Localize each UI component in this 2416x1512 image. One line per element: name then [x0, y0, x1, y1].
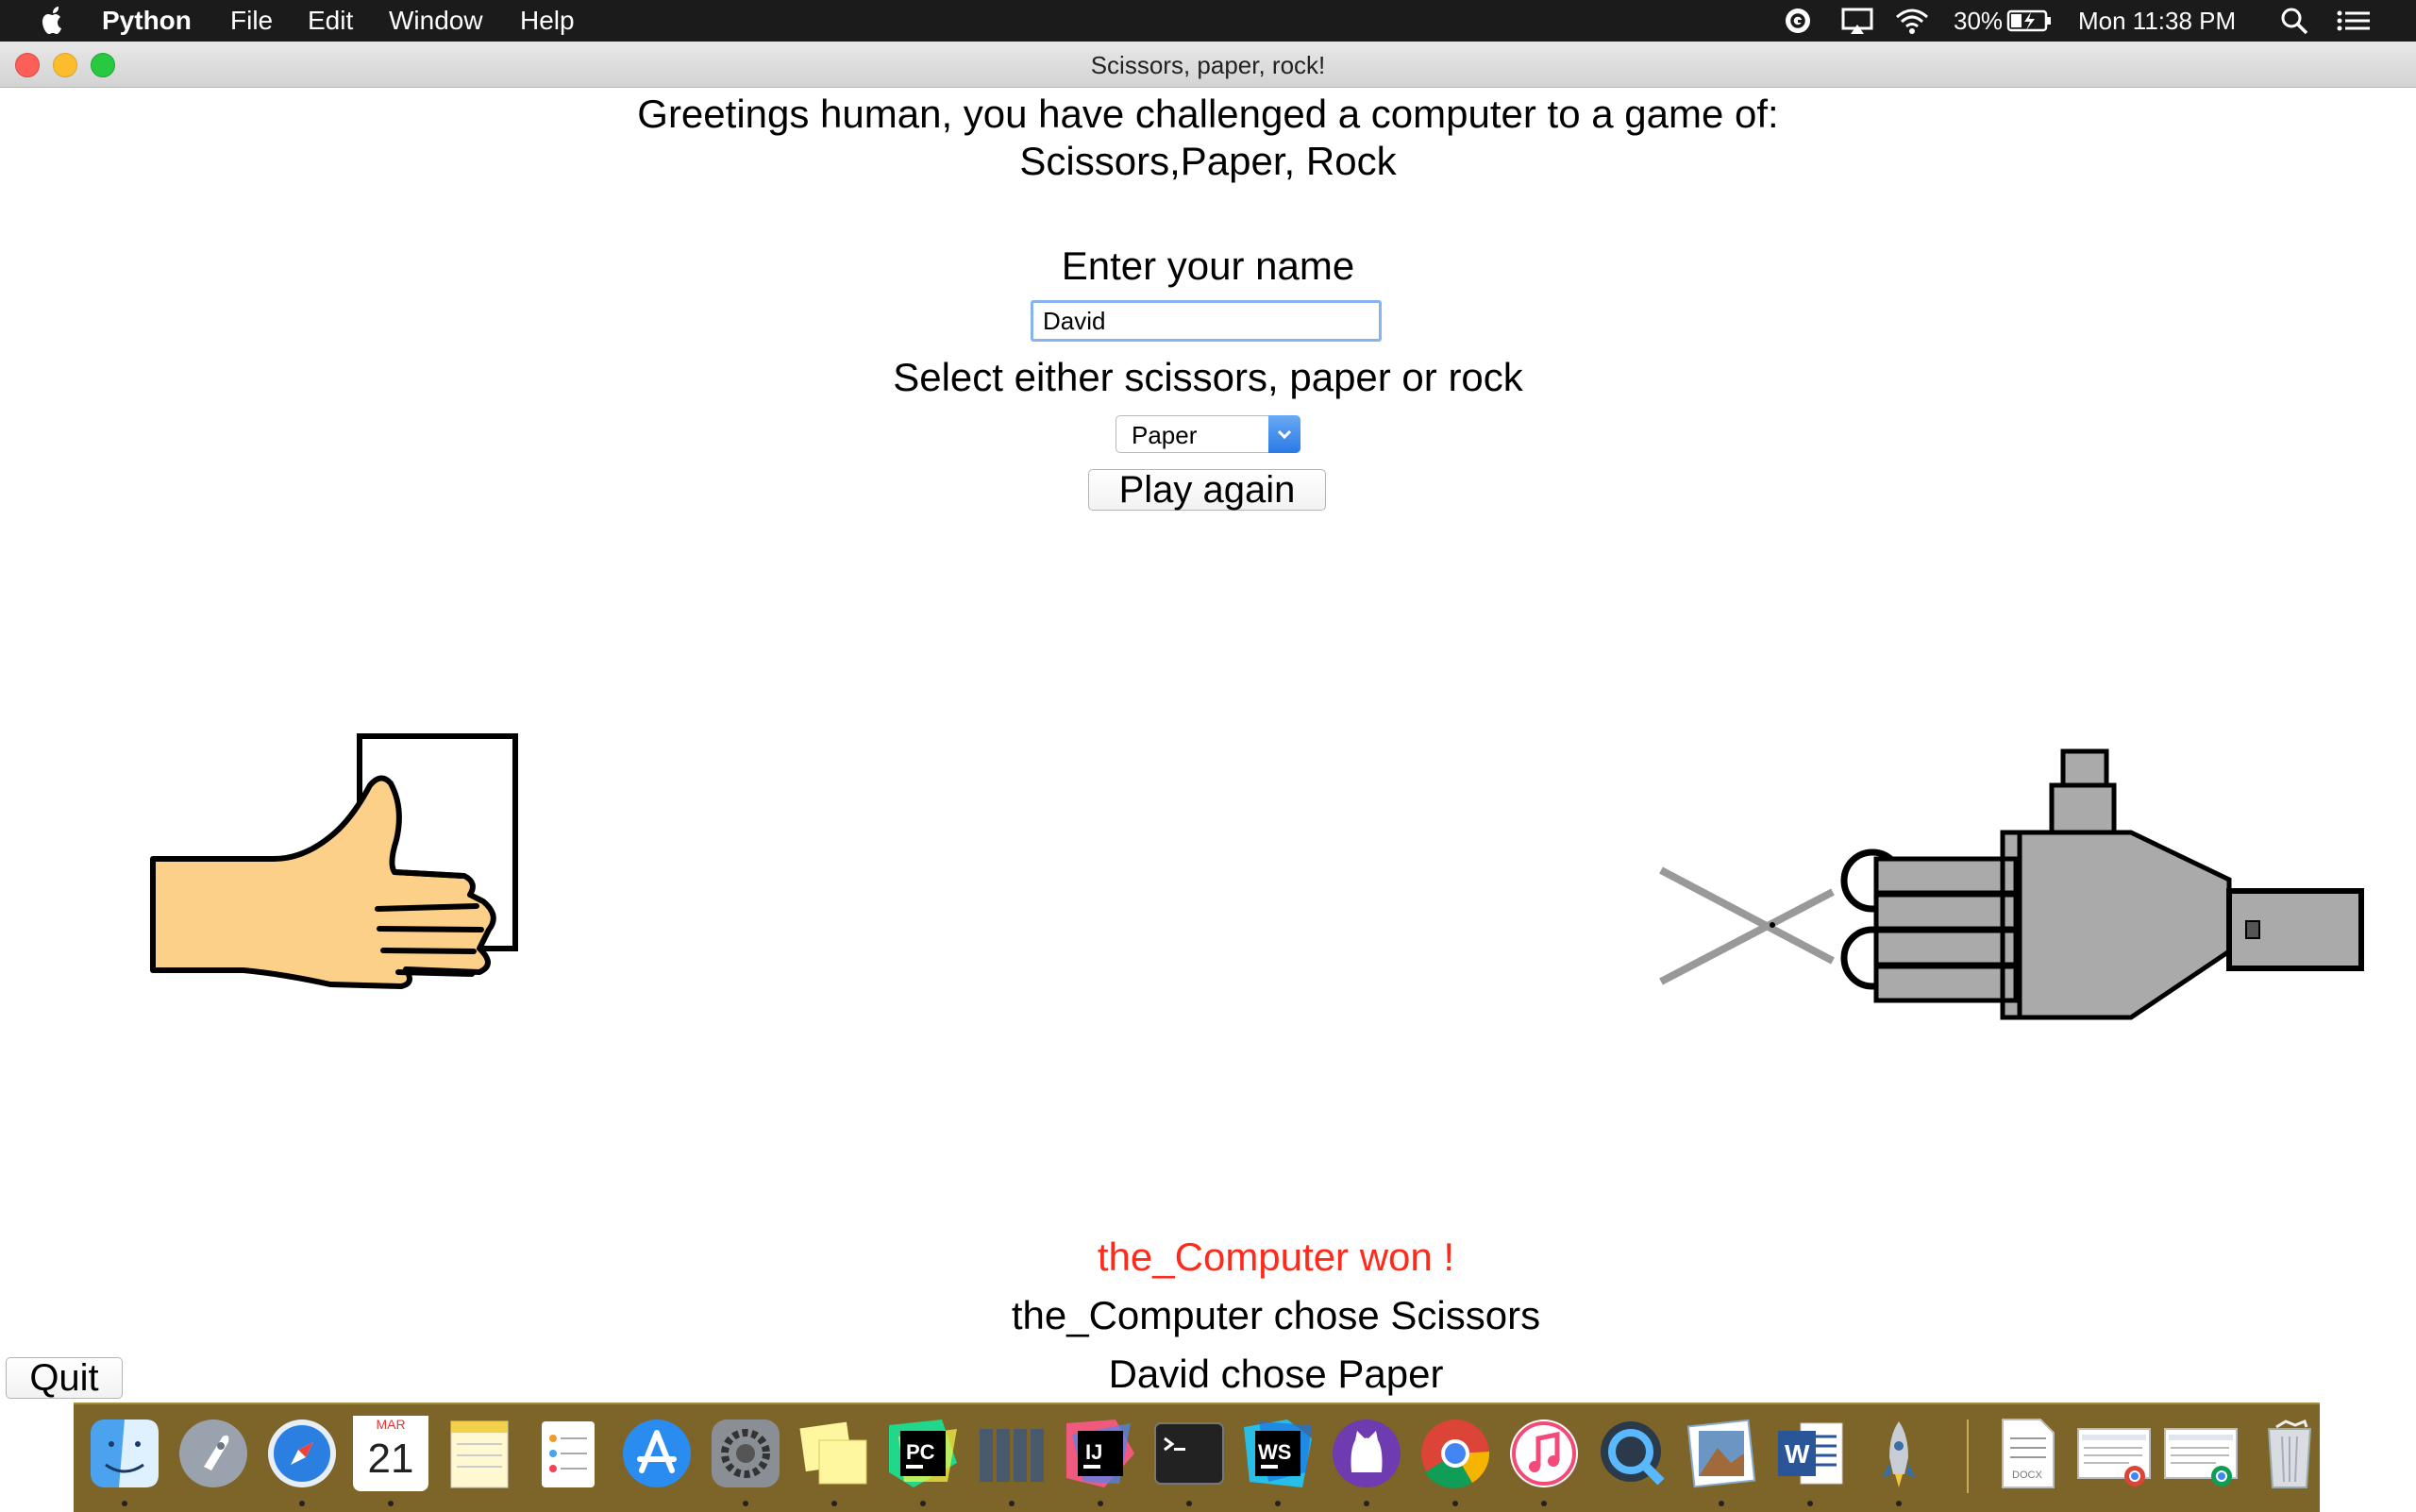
user-choice-text: David chose Paper — [1108, 1352, 1444, 1396]
quicktime-icon[interactable] — [1595, 1416, 1670, 1491]
github-desktop-icon[interactable] — [1329, 1416, 1404, 1491]
computer-choice-text: the_Computer chose Scissors — [1011, 1293, 1541, 1337]
docx-file-icon[interactable]: DOCX — [1989, 1416, 2065, 1491]
choice-select-value: Paper — [1132, 421, 1198, 449]
server-icon[interactable] — [974, 1416, 1049, 1491]
airplay-icon[interactable] — [1840, 6, 1874, 36]
svg-text:WS: WS — [1258, 1440, 1291, 1464]
greeting-line-1: Greetings human, you have challenged a c… — [637, 92, 1779, 136]
clock[interactable]: Mon 11:38 PM — [2078, 6, 2236, 36]
menu-edit[interactable]: Edit — [308, 6, 353, 36]
word-icon[interactable]: W — [1772, 1416, 1848, 1491]
launchpad-icon[interactable] — [176, 1416, 251, 1491]
choice-label: Select either scissors, paper or rock — [893, 355, 1523, 399]
grammarly-icon[interactable] — [1782, 6, 1814, 36]
spotlight-search-icon[interactable] — [2278, 6, 2310, 36]
svg-text:DOCX: DOCX — [2012, 1470, 2042, 1481]
dock-separator — [1967, 1420, 1969, 1493]
computer-scissors-hand-image — [1659, 748, 2364, 1020]
name-label: Enter your name — [1061, 244, 1355, 288]
svg-text:W: W — [1785, 1439, 1810, 1469]
system-preferences-icon[interactable] — [708, 1416, 783, 1491]
player-paper-hand-image — [150, 733, 518, 989]
result-text: the_Computer won ! — [1097, 1235, 1455, 1279]
window-titlebar: Scissors, paper, rock! — [0, 42, 2416, 88]
python-launcher-icon[interactable] — [1861, 1416, 1937, 1491]
calendar-month: MAR — [353, 1416, 428, 1433]
webstorm-icon[interactable]: WS — [1240, 1416, 1316, 1491]
app-store-icon[interactable] — [619, 1416, 695, 1491]
notes-icon[interactable] — [442, 1416, 517, 1491]
battery-percent: 30% — [1954, 7, 2004, 35]
stickies-icon[interactable] — [797, 1416, 872, 1491]
chevron-down-icon — [1277, 429, 1292, 440]
calendar-day: 21 — [367, 1436, 414, 1482]
intellij-icon[interactable]: IJ — [1063, 1416, 1138, 1491]
chrome-icon[interactable] — [1418, 1416, 1493, 1491]
menu-app-python[interactable]: Python — [102, 6, 192, 36]
play-again-button[interactable]: Play again — [1088, 469, 1326, 511]
finder-icon[interactable] — [87, 1416, 162, 1491]
menu-help[interactable]: Help — [520, 6, 575, 36]
chrome-document-icon-2[interactable] — [2163, 1416, 2239, 1491]
wifi-icon[interactable] — [1893, 6, 1931, 36]
reminders-icon[interactable] — [530, 1416, 606, 1491]
chrome-document-icon[interactable] — [2076, 1416, 2152, 1491]
quit-button[interactable]: Quit — [6, 1357, 123, 1399]
dock: MAR 21 PC IJ WS W DOCX — [74, 1403, 2320, 1512]
preview-icon[interactable] — [1684, 1416, 1759, 1491]
name-input[interactable] — [1031, 300, 1382, 342]
trash-icon[interactable] — [2252, 1416, 2327, 1491]
pycharm-icon[interactable]: PC — [885, 1416, 961, 1491]
menu-bar: Python File Edit Window Help 30% Mon 11:… — [0, 0, 2416, 42]
menu-file[interactable]: File — [230, 6, 273, 36]
svg-text:PC: PC — [906, 1440, 935, 1464]
notification-center-icon[interactable] — [2335, 6, 2373, 36]
battery-icon[interactable] — [2006, 6, 2054, 36]
safari-icon[interactable] — [264, 1416, 340, 1491]
choice-select[interactable]: Paper — [1116, 415, 1300, 453]
window-title: Scissors, paper, rock! — [1090, 51, 1326, 79]
calendar-icon[interactable]: MAR 21 — [353, 1416, 428, 1491]
apple-menu-icon[interactable] — [38, 4, 68, 38]
choice-select-arrow[interactable] — [1268, 415, 1300, 453]
greeting-line-2: Scissors,Paper, Rock — [1019, 139, 1397, 183]
terminal-icon[interactable] — [1151, 1416, 1227, 1491]
itunes-icon[interactable] — [1506, 1416, 1582, 1491]
menu-window[interactable]: Window — [389, 6, 483, 36]
svg-text:IJ: IJ — [1085, 1440, 1102, 1464]
